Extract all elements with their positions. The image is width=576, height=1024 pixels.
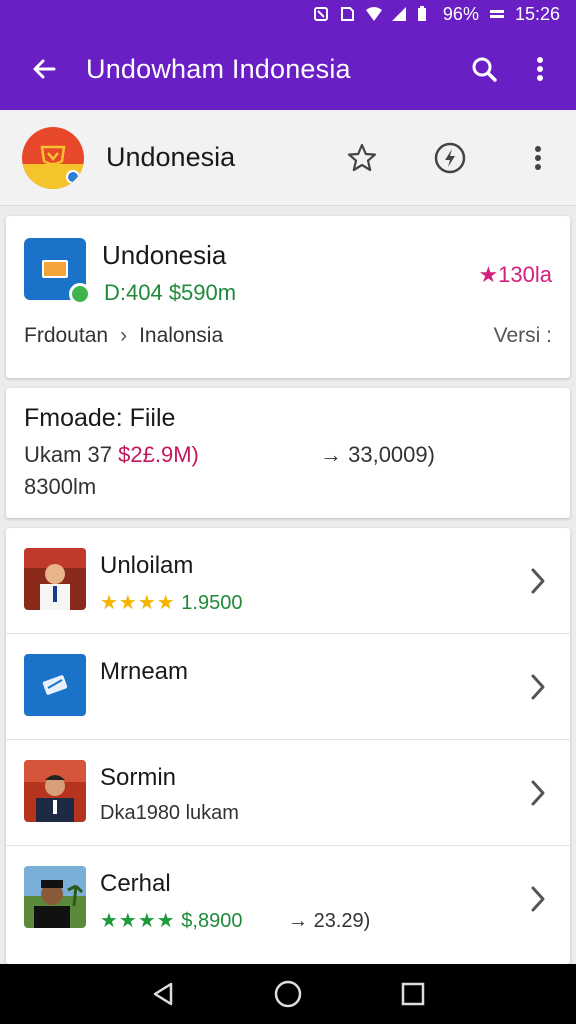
chevron-right-icon	[526, 778, 550, 808]
verified-badge	[66, 169, 80, 184]
nav-recents-button[interactable]	[389, 970, 437, 1018]
info-rating: ★130la	[478, 262, 552, 287]
app-name: Undonesia	[106, 142, 236, 172]
list-item-subtitle: Dka1980 lukam	[100, 802, 239, 824]
details-size: 8300lm	[24, 474, 97, 499]
battery-icon	[417, 6, 433, 22]
list-item-rating: ★★★★ 1.9500	[100, 590, 242, 615]
list-item-rating: ★★★★ $,8900 → 23.29)	[100, 908, 370, 933]
info-subtitle: D:404 $590m	[104, 280, 237, 305]
app-info-card[interactable]: Undonesia D:404 $590m ★130la Frdoutan › …	[6, 216, 570, 378]
list-item-title: Mrneam	[100, 658, 189, 685]
related-list: Unloilam ★★★★ 1.9500 Mrneam Sormin Dka19…	[6, 528, 570, 964]
app-bar-title: Undowham Indonesia	[86, 53, 351, 84]
search-button[interactable]	[456, 41, 512, 97]
favorite-button[interactable]	[334, 130, 390, 186]
thumbnail-image	[24, 866, 86, 928]
list-item-title: Sormin	[100, 764, 177, 791]
nav-back-button[interactable]	[139, 970, 187, 1018]
details-extra: → 33,0009)	[320, 442, 435, 467]
nfc-icon	[313, 6, 329, 22]
app-icon	[24, 238, 91, 305]
app-header: Undonesia	[0, 110, 576, 206]
flash-button[interactable]	[422, 130, 478, 186]
back-button[interactable]	[16, 41, 72, 97]
list-item-extra: → 23.29)	[288, 910, 371, 932]
details-line: Ukam 37 $2£.9M)	[24, 442, 199, 468]
status-bar: 96% 15:26	[0, 0, 576, 28]
category-link[interactable]: Inalonsia	[139, 324, 223, 348]
battery-level: 96%	[442, 3, 479, 24]
chevron-right-icon	[526, 672, 550, 702]
star-outline-icon	[347, 143, 377, 171]
developer-link[interactable]: Frdoutan	[24, 324, 108, 348]
chevron-right-icon: ›	[120, 324, 128, 347]
system-nav-bar	[0, 964, 576, 1024]
more-vert-icon	[535, 145, 541, 170]
star-rating-icon: ★★★★	[100, 592, 176, 614]
info-title: Undonesia	[102, 240, 227, 270]
thumbnail-image	[24, 760, 86, 822]
square-recents-icon	[402, 982, 425, 1006]
flash-circle-icon	[434, 142, 466, 173]
version-label: Versi :	[493, 324, 552, 347]
list-item-title: Unloilam	[100, 552, 194, 579]
details-price: $2£.9M)	[118, 442, 199, 467]
chevron-right-icon	[526, 884, 550, 914]
list-item-title: Cerhal	[100, 870, 171, 897]
search-icon	[472, 57, 497, 82]
sim-icon	[339, 6, 355, 22]
thumbnail-image	[24, 548, 86, 610]
update-badge-icon	[69, 283, 91, 305]
more-vert-icon	[537, 57, 543, 81]
signal-icon	[391, 6, 407, 22]
arrow-back-icon	[33, 59, 56, 79]
list-item[interactable]: Sormin Dka1980 lukam	[6, 740, 570, 846]
thumbnail-image	[24, 654, 86, 716]
info-meta-row: Frdoutan › Inalonsia Versi :	[24, 324, 552, 348]
details-card: Fmoade: Fiile Ukam 37 $2£.9M) → 33,0009)…	[6, 388, 570, 518]
details-title: Fmoade: Fiile	[24, 404, 176, 432]
circle-home-icon	[274, 980, 302, 1008]
app-logo	[22, 126, 84, 189]
details-label: Ukam 37	[24, 442, 119, 467]
list-item[interactable]: Cerhal ★★★★ $,8900 → 23.29)	[6, 846, 570, 952]
list-item[interactable]: Mrneam	[6, 634, 570, 740]
list-item-value: $,8900	[181, 910, 243, 932]
app-bar: Undowham Indonesia	[0, 28, 576, 110]
wifi-icon	[365, 6, 382, 22]
battery-icon	[489, 6, 505, 22]
list-item[interactable]: Unloilam ★★★★ 1.9500	[6, 528, 570, 634]
chevron-right-icon	[526, 566, 550, 596]
clock: 15:26	[514, 3, 560, 24]
triangle-back-icon	[153, 982, 172, 1006]
list-item-value: 1.9500	[181, 592, 243, 614]
overflow-menu-button[interactable]	[512, 41, 568, 97]
header-more-button[interactable]	[510, 130, 566, 186]
star-rating-icon: ★★★★	[100, 910, 176, 932]
nav-home-button[interactable]	[264, 970, 312, 1018]
